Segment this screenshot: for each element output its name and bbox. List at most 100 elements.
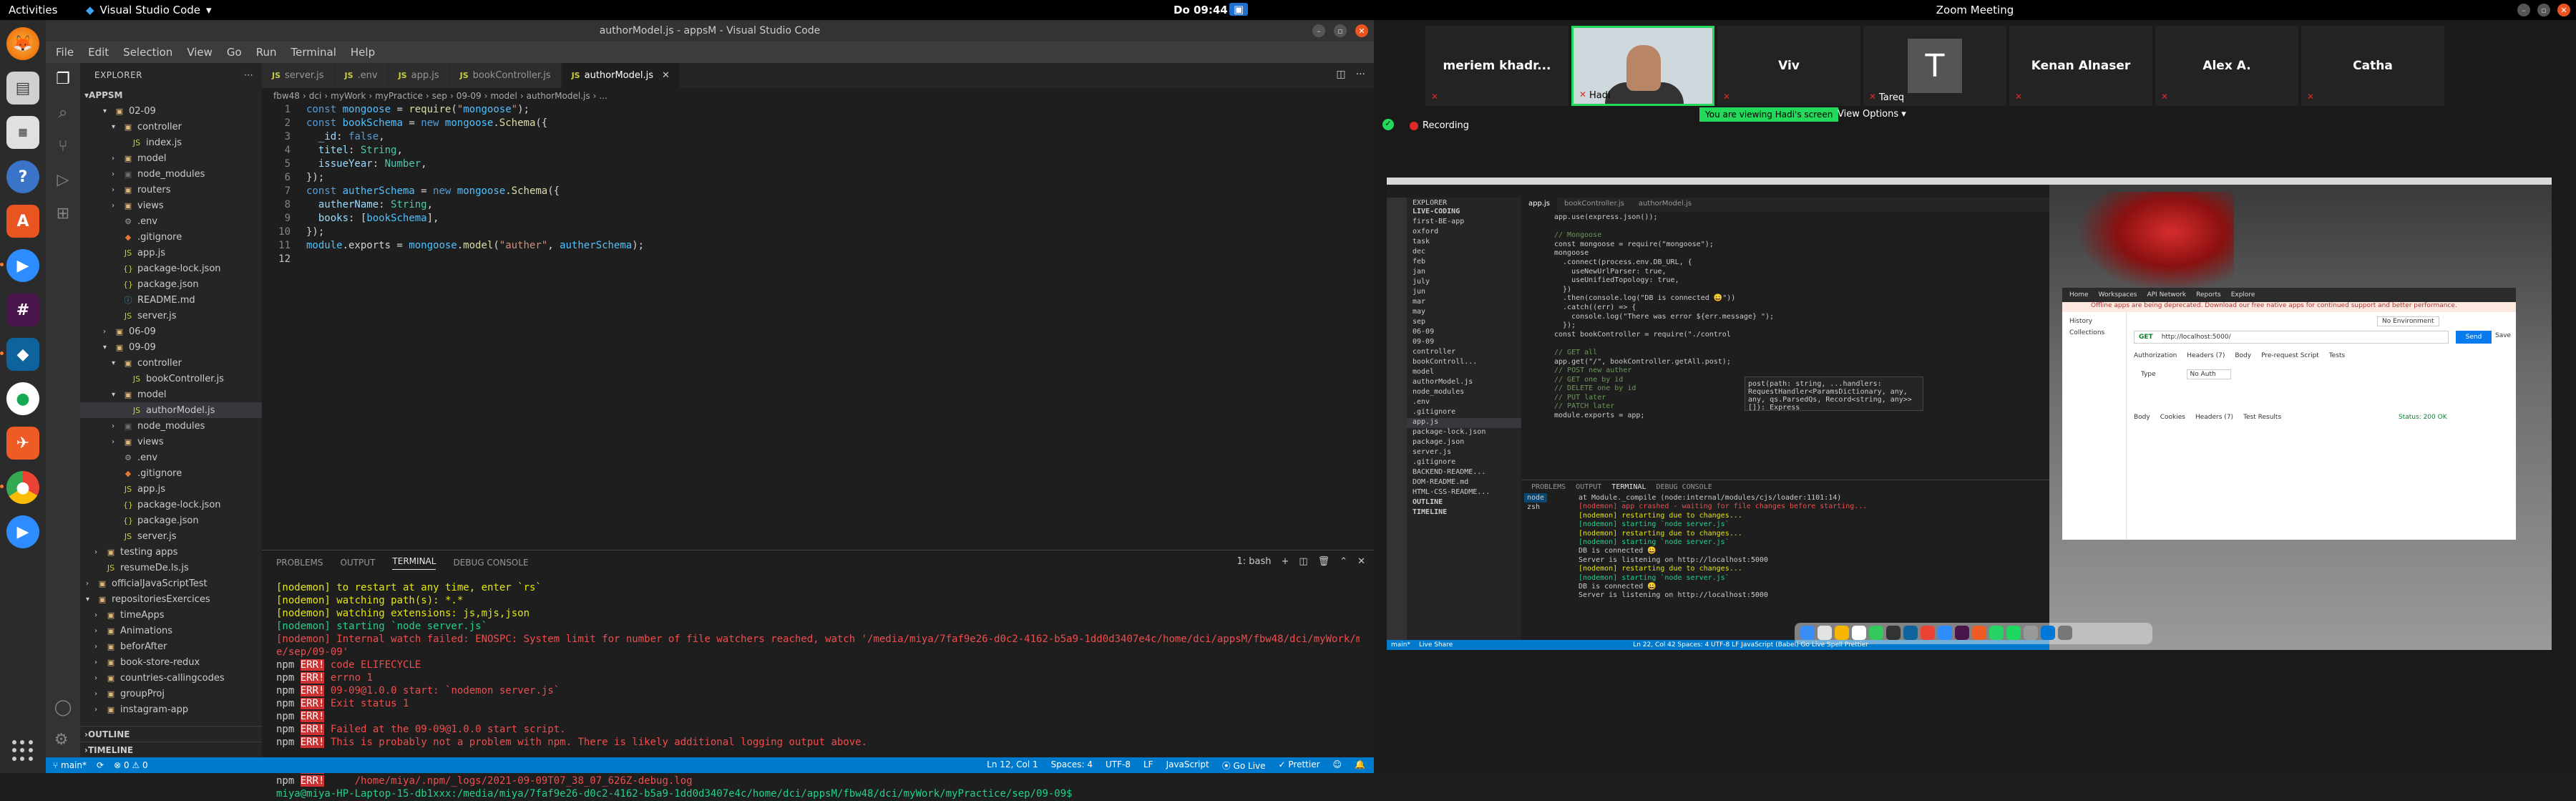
file-tree-item[interactable]: JS bookController.js [80,371,262,387]
breadcrumb-item[interactable]: myPractice [375,91,423,101]
file-tree-item[interactable]: › ▣ officialJavaScriptTest [80,576,262,591]
files-icon[interactable]: ▤ [6,72,39,105]
file-tree-item[interactable]: › ▣ model [80,150,262,166]
close-button[interactable]: ✕ [1355,24,1368,37]
zoom-minimize-button[interactable]: – [2517,4,2530,16]
menu-view[interactable]: View [187,46,213,59]
file-tree-item[interactable]: JS authorModel.js [80,402,262,418]
file-tree-item[interactable]: › ▣ book-store-redux [80,654,262,670]
file-tree-item[interactable]: {} package-lock.json [80,497,262,513]
file-tree-item[interactable]: › ▣ instagram-app [80,702,262,717]
kill-terminal-icon[interactable]: 🗑 [1318,556,1330,567]
editor-tab[interactable]: JS .env [334,63,389,88]
file-tree-item[interactable]: ◆ .gitignore [80,465,262,481]
participant-tile-active-speaker[interactable]: ✕ Hadi [1571,26,1714,106]
more-actions-icon[interactable]: ··· [244,70,253,80]
zoom-icon[interactable]: ▶ [0,249,39,282]
menu-terminal[interactable]: Terminal [291,46,336,59]
zoom-tray-icon[interactable]: ▣ [1229,3,1249,16]
participant-tile[interactable]: Alex A. ✕ [2155,26,2298,106]
file-tree-item[interactable]: › ▣ routers [80,182,262,198]
file-tree-item[interactable]: ⚙ .env [80,213,262,229]
postman-icon[interactable]: ✈ [6,427,39,460]
slack-icon[interactable]: # [6,293,39,326]
help-icon[interactable]: ? [6,160,39,193]
vscode-icon[interactable]: ◆ [0,338,39,371]
encoding[interactable]: UTF-8 [1106,759,1131,772]
file-tree-item[interactable]: JS server.js [80,528,262,544]
editor-tab[interactable]: JS app.js [388,63,450,88]
terminal-output[interactable]: [nodemon] to restart at any time, enter … [276,582,1360,800]
search-icon[interactable]: ⌕ [59,104,67,122]
accounts-icon[interactable]: ◯ [54,699,72,717]
participant-tile[interactable]: T ✕ Tareq [1863,26,2006,106]
extensions-icon[interactable]: ⊞ [57,205,69,223]
menu-file[interactable]: File [56,46,74,59]
participant-tile[interactable]: meriem khadr... ✕ [1425,26,1568,106]
software-store-icon[interactable]: A [6,205,39,238]
app-menu[interactable]: ◆ Visual Studio Code ▾ [86,4,212,16]
indentation[interactable]: Spaces: 4 [1051,759,1093,772]
run-debug-icon[interactable]: ▷ [57,171,69,189]
breadcrumb-item[interactable]: myWork [331,91,366,101]
file-tree-item[interactable]: JS server.js [80,308,262,324]
file-tree-item[interactable]: {} package-lock.json [80,261,262,276]
file-tree-item[interactable]: ▾ ▣ 02-09 [80,103,262,119]
menu-selection[interactable]: Selection [123,46,172,59]
file-tree-item[interactable]: › ▣ testing apps [80,544,262,560]
recording-indicator[interactable]: Recording [1410,120,1469,131]
close-tab-icon[interactable]: ✕ [662,70,670,81]
breadcrumb-item[interactable]: authorModel.js [527,91,590,101]
file-tree-item[interactable]: ▾ ▣ 09-09 [80,339,262,355]
file-tree-item[interactable]: › ▣ Animations [80,623,262,639]
breadcrumb-item[interactable]: 09-09 [457,91,482,101]
menu-go[interactable]: Go [227,46,242,59]
breadcrumb-item[interactable]: ... [599,91,607,101]
menu-run[interactable]: Run [256,46,277,59]
problems-indicator[interactable]: ⊗ 0 ⚠ 0 [114,760,148,770]
file-tree-item[interactable]: {} package.json [80,513,262,528]
prettier-button[interactable]: ✓ Prettier [1279,759,1320,772]
zoom-maximize-button[interactable]: ▫ [2537,4,2550,16]
chrome-icon[interactable]: ● [0,471,39,504]
maximize-button[interactable]: ▫ [1334,24,1347,37]
file-tree-item[interactable]: › ▣ countries-callingcodes [80,670,262,686]
file-tree-item[interactable]: › ▣ node_modules [80,166,262,182]
file-tree-item[interactable]: ▾ ▣ controller [80,119,262,135]
feedback-icon[interactable]: ☺ [1333,759,1342,772]
file-tree-item[interactable]: {} package.json [80,276,262,292]
zoom-close-button[interactable]: ✕ [2557,4,2570,16]
participant-tile[interactable]: Kenan Alnaser ✕ [2009,26,2152,106]
editor-tab[interactable]: JS authorModel.js ✕ [561,63,680,88]
menu-help[interactable]: Help [351,46,375,59]
outline-section[interactable]: › OUTLINE [80,726,262,742]
split-editor-icon[interactable]: ◫ [1336,69,1345,80]
file-tree-item[interactable]: JS index.js [80,135,262,150]
mongodb-compass-icon[interactable]: ● [6,382,39,415]
maximize-panel-icon[interactable]: ⌃ [1340,556,1347,567]
file-tree-item[interactable]: JS resumeDe.ls.js [80,560,262,576]
new-terminal-icon[interactable]: + [1281,556,1289,567]
file-tree-item[interactable]: › ▣ groupProj [80,686,262,702]
participant-tile[interactable]: Catha ✕ [2301,26,2444,106]
breadcrumb-item[interactable]: sep [432,91,447,101]
file-tree-item[interactable]: ▾ ▣ repositoriesExercices [80,591,262,607]
file-tree-item[interactable]: › ▣ timeApps [80,607,262,623]
firefox-icon[interactable]: 🦊 [6,27,39,60]
tab-problems[interactable]: PROBLEMS [276,558,323,568]
view-options-button[interactable]: View Options ▾ [1838,109,1906,120]
timeline-section[interactable]: › TIMELINE [80,742,262,757]
language-mode[interactable]: JavaScript [1166,759,1209,772]
editor-tab[interactable]: JS server.js [262,63,335,88]
security-shield-icon[interactable]: ✓ [1382,119,1394,130]
tab-output[interactable]: OUTPUT [341,558,376,568]
minimize-button[interactable]: – [1312,24,1325,37]
participant-tile[interactable]: Viv ✕ [1717,26,1860,106]
clock[interactable]: Do 09:44 [1174,4,1228,16]
cursor-position[interactable]: Ln 12, Col 1 [987,759,1038,772]
file-tree-item[interactable]: › ▣ 06-09 [80,324,262,339]
sync-icon[interactable]: ⟳ [97,760,104,770]
file-tree-item[interactable]: › ▣ node_modules [80,418,262,434]
breadcrumb-item[interactable]: dci [309,91,322,101]
breadcrumb-item[interactable]: fbw48 [273,91,300,101]
